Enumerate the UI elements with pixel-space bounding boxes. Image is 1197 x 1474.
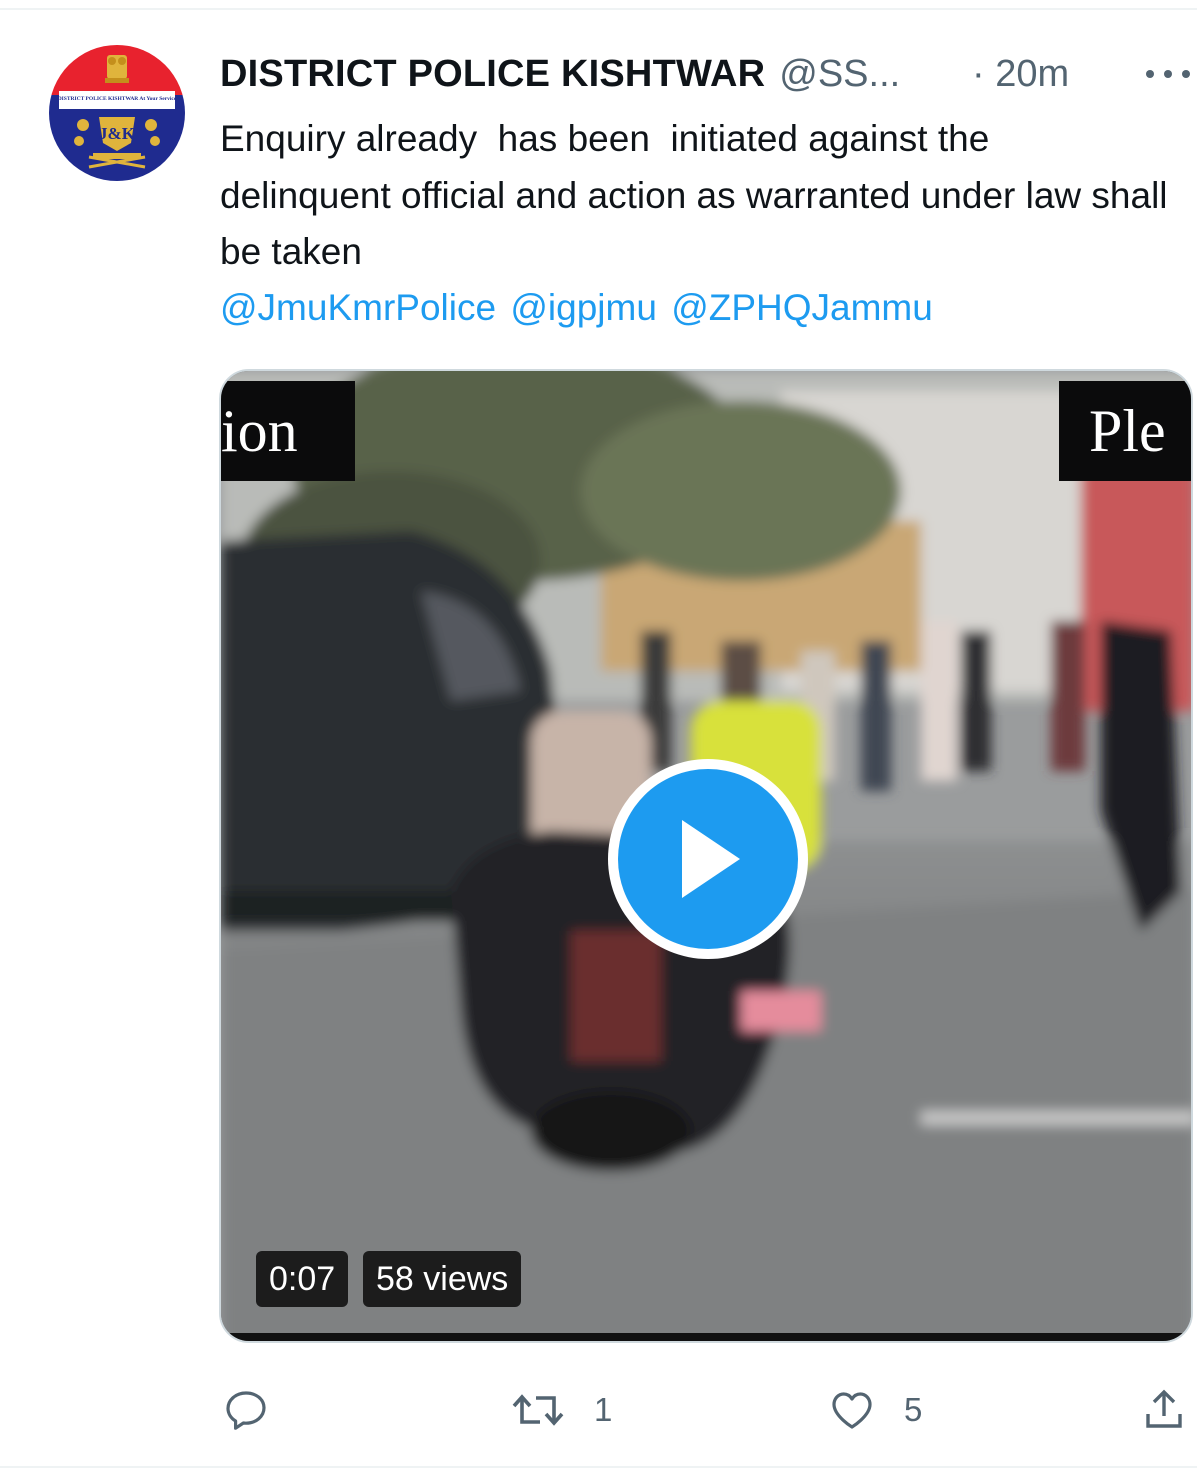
mention-link[interactable]: @ZPHQJammu [671,287,933,328]
author-handle[interactable]: @SS... [779,53,900,96]
avatar[interactable]: DISTRICT POLICE KISHTWAR At Your Service… [49,45,185,181]
share-button[interactable] [1140,1380,1188,1440]
like-button[interactable]: 5 [828,1380,922,1440]
bottom-divider [0,1466,1197,1468]
more-dots-icon[interactable] [1146,62,1190,86]
retweet-icon [512,1394,564,1426]
share-icon [1146,1389,1182,1428]
mentions-line: @JmuKmrPolice @igpjmu @ZPHQJammu [220,280,937,336]
mention-link[interactable]: @igpjmu [510,287,657,328]
video-views: 58 views [363,1251,522,1307]
overlay-left-caption: ion [221,398,298,464]
video-duration: 0:07 [256,1251,349,1307]
tweet-text: Enquiry already has been initiated again… [220,118,1178,272]
reply-icon [226,1391,266,1430]
top-divider [0,8,1197,10]
play-icon [618,769,798,949]
mention-link[interactable]: @JmuKmrPolice [220,287,496,328]
tweet-header: DISTRICT POLICE KISHTWAR @SS... · 20m [220,50,1190,98]
author-name[interactable]: DISTRICT POLICE KISHTWAR [220,53,765,96]
tweet-timestamp[interactable]: · 20m [972,50,1069,98]
svg-text:J&K: J&K [99,124,136,143]
action-bar: 1 5 [0,1380,1197,1440]
retweet-button[interactable]: 1 [510,1380,612,1440]
like-count: 5 [904,1391,923,1428]
overlay-right-caption: Ple [1089,398,1166,464]
heart-icon [832,1392,872,1429]
retweet-count: 1 [594,1391,613,1428]
video-player[interactable]: ion Ple 0:07 58 views [219,369,1193,1343]
play-button[interactable] [608,759,808,959]
avatar-title: DISTRICT POLICE KISHTWAR At Your Service [58,96,177,102]
reply-button[interactable] [222,1380,270,1440]
jk-police-emblem-icon: DISTRICT POLICE KISHTWAR At Your Service… [49,45,185,181]
